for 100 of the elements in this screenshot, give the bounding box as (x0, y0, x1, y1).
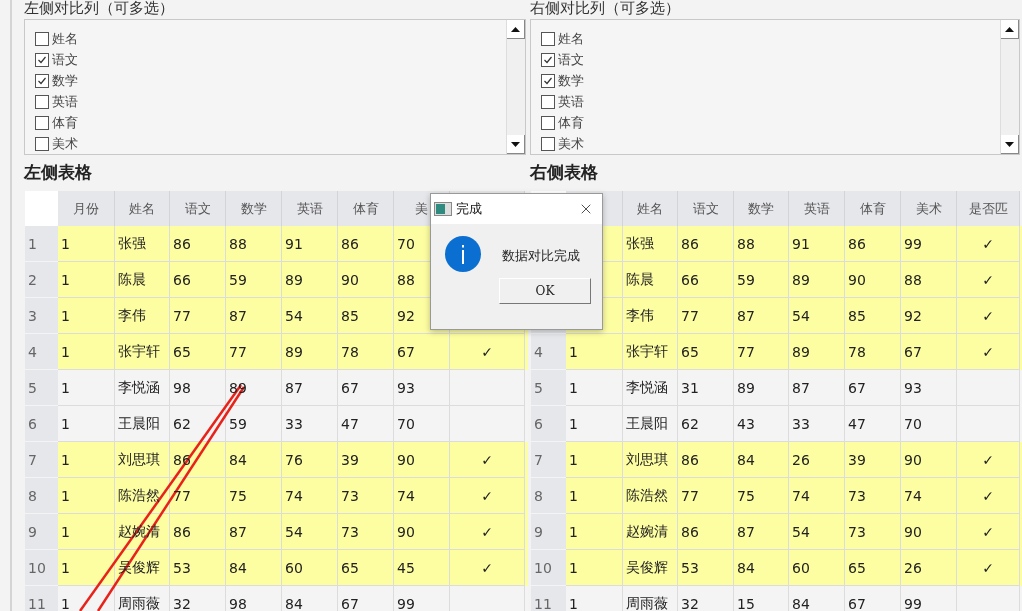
checkbox[interactable] (541, 31, 555, 46)
column-header[interactable]: 美术 (901, 191, 957, 226)
checkbox-label: 英语 (558, 92, 584, 111)
up-arrow-icon (1005, 26, 1014, 32)
column-header[interactable]: 语文 (678, 191, 734, 226)
row-header[interactable]: 1 (25, 226, 58, 262)
table-row[interactable]: 7 1 刘思琪 86 84 26 39 90 ✓ (531, 442, 1022, 478)
corner-cell (25, 191, 58, 226)
row-header[interactable]: 4 (531, 334, 566, 370)
row-header[interactable]: 11 (25, 586, 58, 611)
ok-button[interactable]: OK (499, 278, 591, 304)
checkbox-label: 语文 (558, 50, 584, 69)
row-header[interactable]: 11 (531, 586, 566, 611)
table-cell: 32 (170, 586, 226, 611)
group-title: 右侧对比列（可多选） (530, 0, 681, 17)
checkbox[interactable] (541, 94, 555, 109)
scroll-up-button[interactable] (1001, 20, 1019, 39)
column-header[interactable]: 数学 (226, 191, 282, 226)
column-header[interactable]: 英语 (789, 191, 845, 226)
scroll-down-button[interactable] (1001, 135, 1019, 154)
checkbox[interactable] (35, 136, 49, 151)
table-cell: 周雨薇 (623, 586, 678, 611)
row-header[interactable]: 9 (531, 514, 566, 550)
row-header[interactable]: 7 (25, 442, 58, 478)
row-header[interactable]: 5 (531, 370, 566, 406)
column-header[interactable]: 体育 (845, 191, 901, 226)
row-header[interactable]: 8 (25, 478, 58, 514)
table-row[interactable]: 8 1 陈浩然 77 75 74 73 74 ✓ (531, 478, 1022, 514)
table-cell: 67 (338, 586, 394, 611)
checkbox[interactable] (541, 52, 555, 67)
checkbox[interactable] (541, 115, 555, 130)
row-header[interactable]: 8 (531, 478, 566, 514)
checkbox-label: 语文 (52, 50, 78, 69)
row-header[interactable]: 4 (25, 334, 58, 370)
table-row[interactable]: 6 1 王晨阳 62 59 33 47 70 (25, 406, 528, 442)
checkbox[interactable] (35, 94, 49, 109)
down-arrow-icon (1005, 141, 1014, 147)
checkbox-label: 姓名 (52, 29, 78, 48)
column-header[interactable]: 英语 (282, 191, 338, 226)
table-cell: 98 (226, 586, 282, 611)
checkbox-label: 英语 (52, 92, 78, 111)
table-cell: 67 (845, 586, 901, 611)
column-header[interactable]: 语文 (170, 191, 226, 226)
checkbox[interactable] (35, 73, 49, 88)
checkbox[interactable] (541, 136, 555, 151)
row-header[interactable]: 3 (25, 298, 58, 334)
checkbox[interactable] (541, 73, 555, 88)
checkbox-label: 数学 (558, 71, 584, 90)
table-cell: 99 (394, 586, 450, 611)
column-header[interactable]: 是否匹 (957, 191, 1020, 226)
table-cell: 1 (58, 586, 115, 611)
table-row[interactable]: 4 1 张宇轩 65 77 89 78 67 ✓ (531, 334, 1022, 370)
checkbox[interactable] (35, 31, 49, 46)
checkbox[interactable] (35, 115, 49, 130)
column-header[interactable]: 姓名 (623, 191, 678, 226)
table-row[interactable]: 11 1 周雨薇 32 15 84 67 99 (531, 586, 1022, 611)
dialog-title: 完成 (456, 200, 483, 218)
table-cell: 15 (734, 586, 789, 611)
scroll-down-button[interactable] (507, 135, 525, 154)
table-cell: 99 (901, 586, 957, 611)
table-row[interactable]: 5 1 李悦涵 31 89 87 67 93 (531, 370, 1022, 406)
table-row[interactable]: 6 1 王晨阳 62 43 33 47 70 (531, 406, 1022, 442)
table-row[interactable]: 4 1 张宇轩 65 77 89 78 67 ✓ (25, 334, 528, 370)
table-title: 左侧表格 (24, 161, 93, 184)
checkbox-label: 姓名 (558, 29, 584, 48)
down-arrow-icon (511, 141, 520, 147)
checkbox-label: 美术 (52, 134, 78, 153)
row-header[interactable]: 10 (531, 550, 566, 586)
row-header[interactable]: 5 (25, 370, 58, 406)
column-header[interactable]: 数学 (734, 191, 789, 226)
row-header[interactable]: 9 (25, 514, 58, 550)
scrollbar[interactable] (506, 20, 525, 154)
table-title: 右侧表格 (530, 161, 599, 184)
table-cell: 84 (789, 586, 845, 611)
column-header[interactable]: 月份 (58, 191, 115, 226)
window-icon (434, 202, 452, 216)
table-row[interactable]: 11 1 周雨薇 32 98 84 67 99 (25, 586, 528, 611)
checkbox-label: 美术 (558, 134, 584, 153)
up-arrow-icon (511, 26, 520, 32)
table-row[interactable]: 8 1 陈浩然 77 75 74 73 74 ✓ (25, 478, 528, 514)
table-cell: 84 (282, 586, 338, 611)
scrollbar[interactable] (1000, 20, 1019, 154)
row-header[interactable]: 2 (25, 262, 58, 298)
checkbox-label: 数学 (52, 71, 78, 90)
table-cell: 32 (678, 586, 734, 611)
column-header[interactable]: 体育 (338, 191, 394, 226)
group-title: 左侧对比列（可多选） (24, 0, 175, 17)
row-header[interactable]: 7 (531, 442, 566, 478)
row-header[interactable]: 10 (25, 550, 58, 586)
checkbox-label: 体育 (558, 113, 584, 132)
scroll-up-button[interactable] (507, 20, 525, 39)
row-header[interactable]: 6 (531, 406, 566, 442)
table-row[interactable]: 9 1 赵婉清 86 87 54 73 90 ✓ (531, 514, 1022, 550)
checkbox-label: 体育 (52, 113, 78, 132)
info-icon (445, 236, 481, 272)
checkbox[interactable] (35, 52, 49, 67)
table-cell: 1 (566, 586, 623, 611)
table-row[interactable]: 10 1 吴俊辉 53 84 60 65 26 ✓ (531, 550, 1022, 586)
row-header[interactable]: 6 (25, 406, 58, 442)
column-header[interactable]: 姓名 (115, 191, 170, 226)
